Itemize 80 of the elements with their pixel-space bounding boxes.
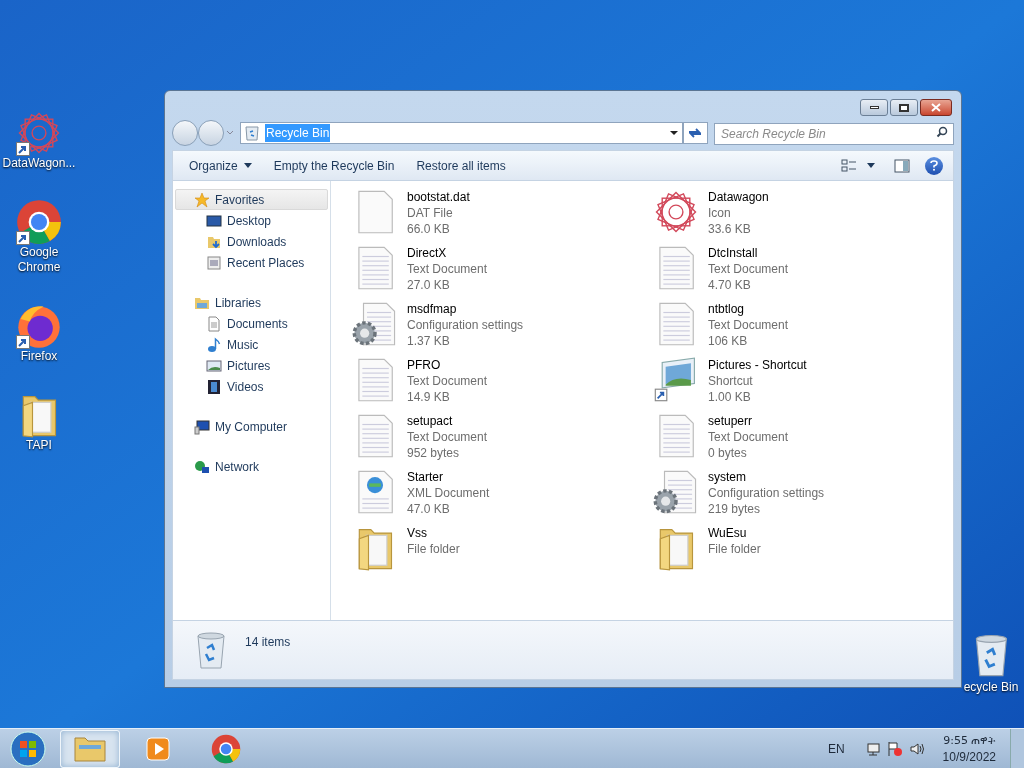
desktop-shortcut[interactable]: ecycle Bin bbox=[964, 632, 1018, 696]
search-field[interactable]: Search Recycle Bin bbox=[714, 123, 954, 145]
star-emblem-icon bbox=[16, 110, 62, 156]
recycle-bin-icon bbox=[245, 125, 259, 141]
file-item[interactable]: Pictures - Shortcut Shortcut 1.00 KB bbox=[652, 357, 953, 405]
taskbar-button[interactable] bbox=[60, 729, 120, 768]
computer-icon bbox=[194, 418, 210, 435]
caret-icon bbox=[867, 163, 875, 168]
desktop-shortcut[interactable]: Google Chrome bbox=[0, 199, 78, 275]
recent-places-icon bbox=[206, 254, 222, 271]
file-item[interactable]: setuperr Text Document 0 bytes bbox=[652, 413, 953, 461]
toolbar-button[interactable]: Restore all items bbox=[410, 153, 512, 178]
desktop-shortcut[interactable]: Firefox bbox=[0, 303, 78, 364]
gear-document-icon bbox=[352, 301, 398, 347]
gear-document-icon bbox=[653, 469, 699, 515]
maximize-icon bbox=[899, 103, 909, 112]
monitor-icon bbox=[206, 212, 222, 229]
sidebar-item[interactable]: Libraries bbox=[175, 292, 328, 313]
sidebar-item[interactable]: Favorites bbox=[175, 189, 328, 210]
file-item[interactable]: DirectX Text Document 27.0 KB bbox=[351, 245, 652, 293]
refresh-icon bbox=[687, 126, 704, 140]
sidebar-item[interactable]: My Computer bbox=[175, 416, 328, 437]
language-indicator[interactable]: EN bbox=[827, 739, 845, 758]
toolbar-button[interactable]: Empty the Recycle Bin bbox=[267, 153, 401, 178]
caret-icon bbox=[243, 163, 252, 168]
file-item[interactable]: Datawagon Icon 33.6 KB bbox=[652, 189, 953, 237]
caret-icon bbox=[226, 130, 234, 136]
file-item[interactable]: DtcInstall Text Document 4.70 KB bbox=[652, 245, 953, 293]
back-button[interactable] bbox=[172, 120, 198, 146]
sidebar-item[interactable]: Network bbox=[175, 456, 328, 477]
file-item[interactable]: ntbtlog Text Document 106 KB bbox=[652, 301, 953, 349]
minimize-icon bbox=[869, 106, 879, 109]
minimize-button[interactable] bbox=[860, 99, 888, 116]
network-icon bbox=[864, 740, 881, 757]
star-icon bbox=[194, 191, 210, 208]
speaker-icon bbox=[908, 740, 925, 757]
flag-error-icon bbox=[886, 740, 903, 757]
show-desktop-button[interactable] bbox=[1010, 728, 1024, 768]
recycle-bin-icon bbox=[195, 630, 227, 670]
document-icon bbox=[206, 315, 222, 332]
maximize-button[interactable] bbox=[890, 99, 918, 116]
firefox-icon bbox=[16, 303, 62, 349]
media-player-icon bbox=[145, 735, 171, 762]
toolbar-button[interactable]: Organize bbox=[183, 153, 258, 178]
file-item[interactable]: msdfmap Configuration settings 1.37 KB bbox=[351, 301, 652, 349]
desktop-shortcut[interactable]: DataWagon... bbox=[0, 110, 78, 171]
desktop-shortcut[interactable]: TAPI bbox=[0, 392, 78, 453]
file-item[interactable]: setupact Text Document 952 bytes bbox=[351, 413, 652, 461]
star-emblem-icon bbox=[653, 189, 699, 235]
preview-pane-icon bbox=[894, 158, 910, 173]
file-item[interactable]: system Configuration settings 219 bytes bbox=[652, 469, 953, 517]
sidebar-item[interactable]: Desktop bbox=[175, 210, 328, 231]
sidebar-item[interactable]: Pictures bbox=[175, 355, 328, 376]
chrome-icon bbox=[16, 199, 62, 245]
sidebar-item[interactable]: Music bbox=[175, 334, 328, 355]
view-list-icon bbox=[841, 158, 857, 173]
question-mark-icon bbox=[930, 160, 938, 171]
close-button[interactable] bbox=[920, 99, 952, 116]
music-note-icon bbox=[206, 336, 222, 353]
details-pane: 14 items bbox=[172, 620, 954, 680]
folder-icon bbox=[74, 735, 106, 762]
refresh-button[interactable] bbox=[682, 122, 708, 144]
sidebar-item[interactable]: Videos bbox=[175, 376, 328, 397]
sidebar-item[interactable]: Downloads bbox=[175, 231, 328, 252]
chrome-icon bbox=[211, 733, 241, 764]
search-icon bbox=[936, 126, 948, 138]
file-item[interactable]: Vss File folder bbox=[351, 525, 652, 573]
film-icon bbox=[206, 378, 222, 395]
sidebar-item[interactable]: Recent Places bbox=[175, 252, 328, 273]
forward-button[interactable] bbox=[198, 120, 224, 146]
help-button[interactable] bbox=[925, 156, 943, 175]
file-item[interactable]: PFRO Text Document 14.9 KB bbox=[351, 357, 652, 405]
picture-icon bbox=[206, 357, 222, 374]
clock[interactable]: 9:55 ጠዋት 10/9/2022 bbox=[942, 732, 996, 765]
sidebar-item[interactable]: Documents bbox=[175, 313, 328, 334]
globe-computer-icon bbox=[194, 458, 210, 475]
file-item[interactable]: bootstat.dat DAT File 66.0 KB bbox=[351, 189, 652, 237]
file-item[interactable]: WuEsu File folder bbox=[652, 525, 953, 573]
close-icon bbox=[931, 103, 941, 112]
file-item[interactable]: Starter XML Document 47.0 KB bbox=[351, 469, 652, 517]
